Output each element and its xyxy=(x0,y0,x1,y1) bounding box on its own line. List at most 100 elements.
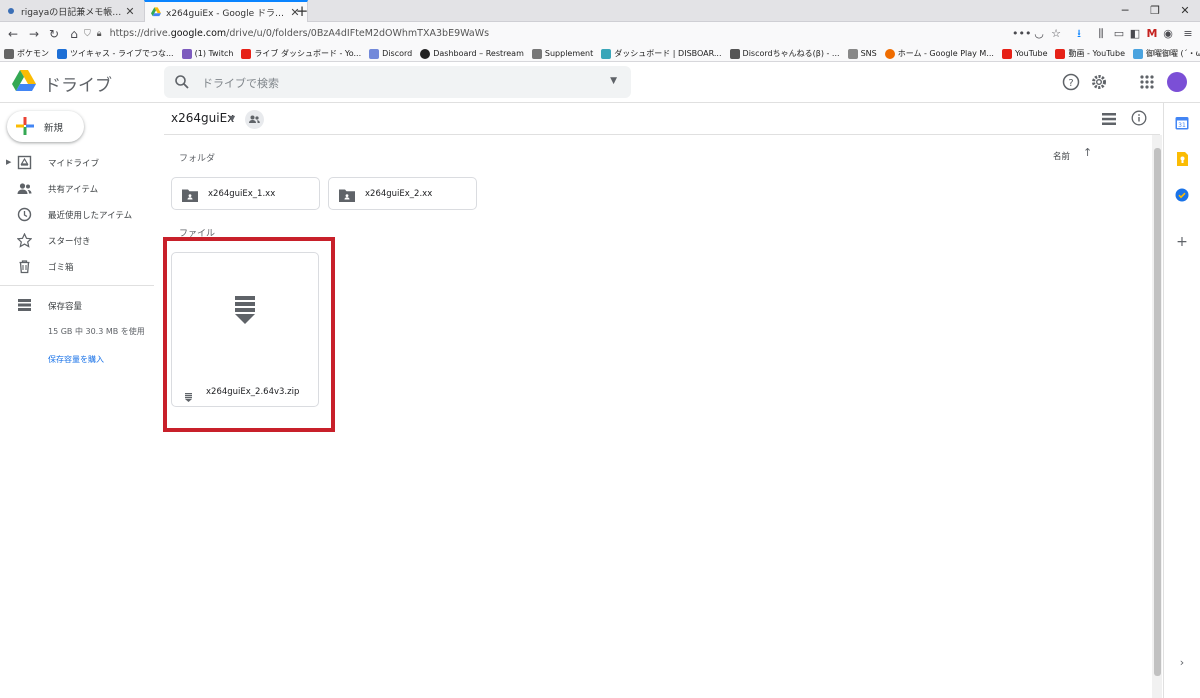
sidebar-item-starred[interactable]: スター付き xyxy=(0,229,154,253)
forward-icon[interactable]: → xyxy=(26,26,42,42)
bookmark-label: Dashboard – Restream xyxy=(433,49,524,58)
bookmark-icon xyxy=(4,48,14,59)
drive-brand[interactable]: ドライブ xyxy=(44,71,112,96)
minimize-icon[interactable]: ─ xyxy=(1110,0,1140,22)
sidebar-icon[interactable]: ▭ xyxy=(1111,26,1127,42)
my-drive-icon xyxy=(17,155,32,170)
download-icon[interactable]: ⭳ xyxy=(1071,26,1087,42)
restore-icon[interactable]: ❐ xyxy=(1140,0,1170,22)
gmail-icon[interactable]: M xyxy=(1144,26,1160,42)
help-icon[interactable]: ? xyxy=(1062,73,1080,91)
url-bar[interactable]: ⛉ 🔒︎ https://drive. google.com/drive/u/0/… xyxy=(84,25,1084,43)
folders-section-label: フォルダ xyxy=(179,154,216,164)
sort-direction-arrow-icon[interactable]: ↑ xyxy=(1083,146,1092,159)
bookmark-item[interactable]: ホーム - Google Play M... xyxy=(884,48,994,59)
shared-folder-icon xyxy=(182,187,198,202)
folder-icon xyxy=(531,48,542,59)
breadcrumb[interactable]: x264guiEx xyxy=(171,111,234,125)
shared-folder-icon[interactable] xyxy=(245,110,264,129)
pocket-icon[interactable]: ◡ xyxy=(1031,26,1047,42)
sort-by-name-button[interactable]: 名前 xyxy=(1053,150,1070,162)
sidebar-item-shared[interactable]: 共有アイテム xyxy=(0,177,154,201)
sidebar-item-label: 共有アイテム xyxy=(48,185,99,195)
back-icon[interactable]: ← xyxy=(5,26,21,42)
browser-tab-active[interactable]: x264guiEx - Google ドライブ ✕ xyxy=(144,0,308,22)
library-icon[interactable]: ⫼ xyxy=(1093,26,1109,42)
add-addon-icon[interactable]: + xyxy=(1175,235,1189,249)
account-icon[interactable]: ◉ xyxy=(1160,26,1176,42)
sidebar-item-trash[interactable]: ゴミ箱 xyxy=(0,255,154,279)
bookmark-item[interactable]: ライブ ダッシュボード - Yo... xyxy=(241,48,361,59)
info-icon[interactable] xyxy=(1131,110,1147,126)
bookmark-label: Discord xyxy=(382,49,413,58)
apps-grid-icon[interactable] xyxy=(1138,73,1156,91)
bookmark-label: ホーム - Google Play M... xyxy=(897,49,994,58)
new-button-label: 新規 xyxy=(44,123,64,134)
folder-card[interactable]: x264guiEx_2.xx xyxy=(328,177,477,210)
folder-name: x264guiEx_2.xx xyxy=(365,189,433,199)
sidebar-item-label: マイドライブ xyxy=(48,159,100,169)
bookmark-icon xyxy=(601,48,612,59)
tasks-icon[interactable] xyxy=(1175,187,1189,202)
close-tab-icon[interactable]: ✕ xyxy=(124,5,136,18)
home-icon[interactable]: ⌂ xyxy=(66,26,82,42)
search-options-icon[interactable]: ▼ xyxy=(610,76,617,86)
reload-icon[interactable]: ↻ xyxy=(46,26,62,42)
bookmark-item[interactable]: Dashboard – Restream xyxy=(420,48,524,59)
clock-icon xyxy=(17,207,32,222)
bookmark-item[interactable]: Discordちゃんねる(β) - ... xyxy=(729,48,840,59)
shared-folder-icon xyxy=(339,187,355,202)
bookmark-label: ダッシュボード | DISBOAR... xyxy=(614,49,722,58)
sidebar-divider xyxy=(0,285,154,286)
bookmark-item[interactable]: YouTube xyxy=(1001,48,1048,59)
search-input[interactable]: ドライブで検索 xyxy=(202,75,279,91)
bookmark-label: 御曜御曜 (´・ω・`)つロ 干... xyxy=(1146,49,1200,58)
bookmark-item[interactable]: 御曜御曜 (´・ω・`)つロ 干... xyxy=(1133,48,1200,59)
menu-icon[interactable]: ≡ xyxy=(1180,26,1196,42)
bookmark-icon xyxy=(241,48,252,59)
youtube-icon xyxy=(1001,48,1012,59)
svg-text:?: ? xyxy=(1068,78,1073,89)
expand-panel-chevron-icon[interactable]: › xyxy=(1175,656,1189,670)
browser-tab[interactable]: rigayaの日記兼メモ帳 x264guiEx ✕ xyxy=(0,0,142,22)
settings-gear-icon[interactable] xyxy=(1090,73,1108,91)
calendar-icon[interactable]: 31 xyxy=(1175,115,1189,130)
avatar[interactable] xyxy=(1167,72,1187,92)
buy-storage-link[interactable]: 保存容量を購入 xyxy=(48,354,104,365)
expand-caret-icon[interactable]: ▶ xyxy=(6,158,11,166)
bookmark-item[interactable]: Supplement xyxy=(531,48,593,59)
drive-logo-icon[interactable] xyxy=(12,70,36,92)
search-icon[interactable] xyxy=(174,74,190,90)
bookmark-icon xyxy=(181,48,192,59)
bookmark-item[interactable]: ツイキャス - ライブでつな... xyxy=(57,48,174,59)
bookmark-item[interactable]: ポケモン xyxy=(4,48,49,59)
folder-card[interactable]: x264guiEx_1.xx xyxy=(171,177,320,210)
scrollbar-thumb[interactable] xyxy=(1154,148,1161,676)
page-actions-icon[interactable]: ••• xyxy=(1012,26,1031,42)
bookmark-label: YouTube xyxy=(1014,49,1048,58)
side-panel-rail: 31 + › xyxy=(1163,103,1200,698)
breadcrumb-dropdown-icon[interactable]: ▼ xyxy=(229,114,235,123)
keep-icon[interactable] xyxy=(1175,151,1189,166)
bookmark-item[interactable]: Discord xyxy=(369,48,413,59)
bookmark-item[interactable]: (1) Twitch xyxy=(181,48,233,59)
trash-icon xyxy=(17,259,32,274)
close-window-icon[interactable]: ✕ xyxy=(1170,0,1200,22)
tab-title: x264guiEx - Google ドライブ xyxy=(166,8,289,19)
addon-icon[interactable]: ◧ xyxy=(1127,26,1143,42)
plus-icon xyxy=(16,117,34,135)
list-view-icon[interactable] xyxy=(1101,111,1117,127)
toolbar-divider xyxy=(164,134,1160,135)
storage-label[interactable]: 保存容量 xyxy=(48,300,82,312)
sidebar-item-my-drive[interactable]: ▶ マイドライブ xyxy=(0,151,154,175)
new-button[interactable]: 新規 xyxy=(7,111,84,142)
bookmark-star-icon[interactable]: ☆ xyxy=(1048,26,1064,42)
bookmark-item[interactable]: 動画 - YouTube xyxy=(1055,48,1125,59)
bookmark-label: Discordちゃんねる(β) - ... xyxy=(742,49,840,58)
sidebar-item-recent[interactable]: 最近使用したアイテム xyxy=(0,203,154,227)
shield-icon: ⛉ xyxy=(84,29,91,39)
bookmark-item[interactable]: ダッシュボード | DISBOAR... xyxy=(601,48,722,59)
new-tab-icon[interactable]: + xyxy=(294,1,310,21)
bookmark-item[interactable]: SNS xyxy=(847,48,877,59)
search-box[interactable]: ドライブで検索 ▼ xyxy=(164,66,631,98)
